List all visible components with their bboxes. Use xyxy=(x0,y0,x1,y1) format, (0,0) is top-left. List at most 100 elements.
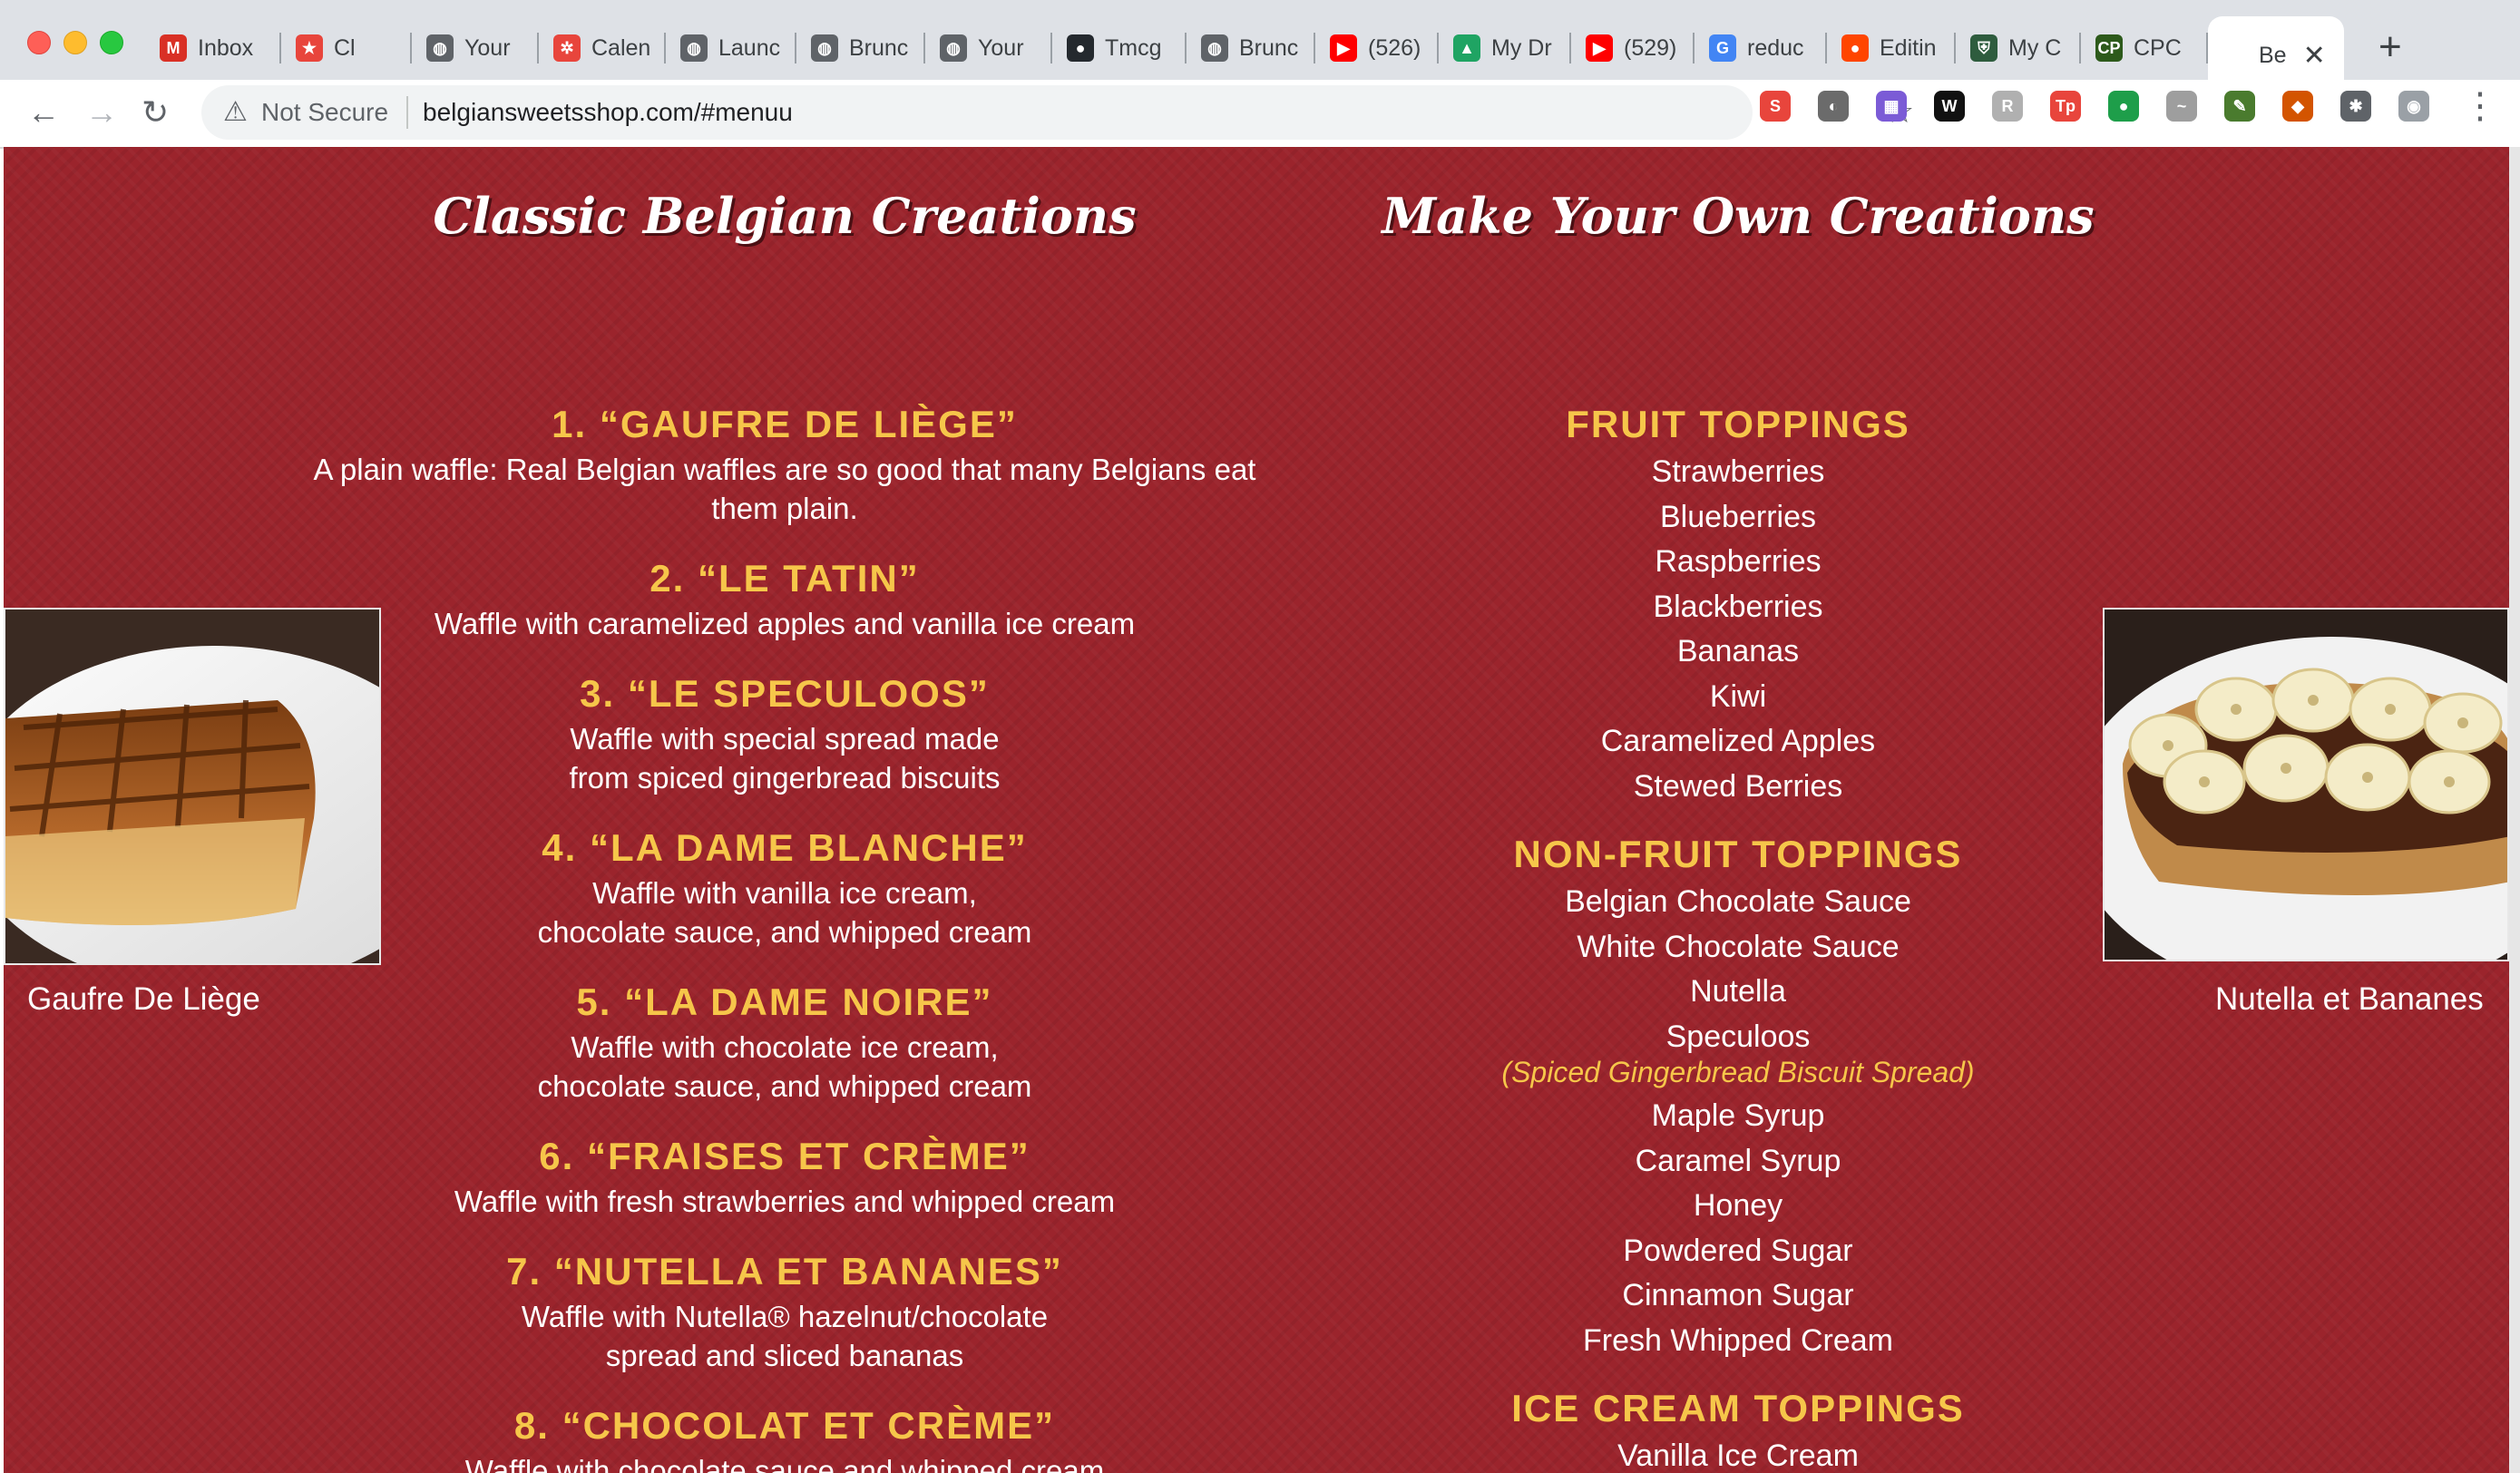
menu-item-description: A plain waffle: Real Belgian waffles are… xyxy=(313,453,1256,486)
tab-title: Launc xyxy=(718,34,781,61)
tab-title: Cl xyxy=(334,34,356,61)
back-button[interactable]: ← xyxy=(27,89,60,136)
menu-item-name: 1. “GAUFRE DE LIÈGE” xyxy=(552,403,1018,445)
extension-icon-7[interactable]: ● xyxy=(2108,91,2139,122)
page-edge xyxy=(2509,147,2520,1473)
globe-icon: ◍ xyxy=(811,34,838,62)
reload-button[interactable]: ↻ xyxy=(142,89,169,136)
browser-tab[interactable]: CP CPC xyxy=(2081,16,2208,80)
github-icon: ● xyxy=(1067,34,1094,62)
forward-button[interactable]: → xyxy=(85,89,118,136)
tab-title: Be xyxy=(2259,42,2287,68)
extensions-bar: S ◐ ▦ W R Tp ● ~ ✎ ◆ ✱ ◉ xyxy=(1760,91,2457,122)
browser-tab[interactable]: ● Editin xyxy=(1827,16,1956,80)
extension-icon-1[interactable]: S xyxy=(1760,91,1791,122)
menu-item-name: 5. “LA DAME NOIRE” xyxy=(576,980,993,1023)
menu-item-description: Waffle with Nutella® hazelnut/chocolate xyxy=(521,1300,1049,1333)
tab-title: CPC xyxy=(2134,34,2182,61)
browser-tab[interactable]: ▲ My Dr xyxy=(1439,16,1571,80)
extension-icon-6[interactable]: Tp xyxy=(2050,91,2081,122)
extension-icon-2[interactable]: ◐ xyxy=(1818,91,1849,122)
calendar-icon: ✲ xyxy=(553,34,581,62)
menu-item-description: chocolate sauce, and whipped cream xyxy=(537,1069,1032,1103)
topping-item: Nutella xyxy=(1690,974,1786,1009)
youtube-icon: ▶ xyxy=(1586,34,1613,62)
topping-item: Kiwi xyxy=(1709,678,1767,714)
classic-creations-heading: Classic Belgian Creations xyxy=(433,187,1137,245)
browser-tab[interactable]: ◍ Brunc xyxy=(796,16,925,80)
browser-tab[interactable]: ▶ (526) xyxy=(1315,16,1439,80)
topping-item: Cinnamon Sugar xyxy=(1622,1278,1854,1312)
url-text[interactable]: belgiansweetsshop.com/#menuu xyxy=(423,98,793,127)
url-separator xyxy=(406,96,408,129)
topping-item: Strawberries xyxy=(1651,454,1825,489)
topping-item: White Chocolate Sauce xyxy=(1577,929,1900,964)
extension-icon-8[interactable]: ~ xyxy=(2166,91,2197,122)
tab-title: My C xyxy=(2008,34,2062,61)
starred-icon: ★ xyxy=(296,34,323,62)
menu-item: 4. “LA DAME BLANCHE” Waffle with vanilla … xyxy=(272,823,1297,951)
browser-tab[interactable]: ✲ Calen xyxy=(539,16,666,80)
browser-tab[interactable]: Greduc xyxy=(1695,16,1827,80)
address-bar[interactable]: ⚠ Not Secure belgiansweetsshop.com/#menu… xyxy=(201,85,1914,140)
browser-tab[interactable]: ⛨ My C xyxy=(1956,16,2081,80)
extensions-puzzle-icon[interactable]: ✱ xyxy=(2340,91,2371,122)
toppings-list: FRUIT TOPPINGS Strawberries Blueberries Ras… xyxy=(1375,399,2101,1473)
topping-section-title: ICE CREAM TOPPINGS xyxy=(1511,1387,1965,1429)
menu-item-description: Waffle with caramelized apples and vanil… xyxy=(434,607,1136,640)
topping-item: Honey xyxy=(1693,1188,1783,1223)
globe-icon: ◍ xyxy=(680,34,708,62)
browser-tab[interactable]: ▶ (529) xyxy=(1571,16,1695,80)
cpc-icon: CP xyxy=(2095,34,2123,62)
browser-tab[interactable]: ◍ Your xyxy=(412,16,539,80)
menu-item-name: 6. “FRAISES ET CRÈME” xyxy=(539,1135,1030,1177)
menu-item-description: Waffle with fresh strawberries and whipp… xyxy=(454,1185,1116,1218)
extension-icon-9[interactable]: ✎ xyxy=(2224,91,2255,122)
window-zoom-button[interactable] xyxy=(100,31,123,54)
profile-icon[interactable]: ◉ xyxy=(2398,91,2429,122)
topping-section: FRUIT TOPPINGS Strawberries Blueberries Ras… xyxy=(1375,399,2101,809)
globe-icon: ◍ xyxy=(1201,34,1228,62)
new-tab-button[interactable]: + xyxy=(2378,24,2402,71)
topping-item: Caramel Syrup xyxy=(1635,1143,1841,1178)
classic-menu-list: 1. “GAUFRE DE LIÈGE” A plain waffle: Real… xyxy=(272,399,1297,1473)
menu-item-description: Waffle with special spread made xyxy=(570,722,1000,756)
reddit-icon: ● xyxy=(1841,34,1869,62)
menu-item-description: from spiced gingerbread biscuits xyxy=(569,761,1001,795)
browser-tab[interactable]: ◍ Launc xyxy=(666,16,796,80)
topping-item: Belgian Chocolate Sauce xyxy=(1565,884,1911,919)
menu-item: 5. “LA DAME NOIRE” Waffle with chocolate … xyxy=(272,977,1297,1106)
menu-item-description: Waffle with vanilla ice cream, xyxy=(592,876,977,910)
extension-icon-5[interactable]: R xyxy=(1992,91,2023,122)
tab-title: (529) xyxy=(1624,34,1677,61)
topping-item-note: (Spiced Gingerbread Biscuit Spread) xyxy=(1501,1056,1975,1088)
google-drive-icon: ▲ xyxy=(1453,34,1480,62)
tab-title: reduc xyxy=(1747,34,1804,61)
browser-tab[interactable]: ● Tmcg xyxy=(1052,16,1187,80)
not-secure-label[interactable]: Not Secure xyxy=(261,98,388,127)
browser-tab[interactable]: M Inbox xyxy=(145,16,281,80)
globe-icon: ◍ xyxy=(940,34,967,62)
topping-item: Maple Syrup xyxy=(1651,1098,1825,1133)
window-minimize-button[interactable] xyxy=(63,31,87,54)
tab-title: My Dr xyxy=(1491,34,1552,61)
extension-icon-3[interactable]: ▦ xyxy=(1876,91,1907,122)
gaufre-de-liege-photo xyxy=(4,608,381,965)
extension-icon-4[interactable]: W xyxy=(1934,91,1965,122)
menu-item-name: 8. “CHOCOLAT ET CRÈME” xyxy=(513,1404,1056,1447)
extension-icon-10[interactable]: ◆ xyxy=(2282,91,2313,122)
window-close-button[interactable] xyxy=(27,31,51,54)
close-tab-icon[interactable]: ✕ xyxy=(2303,40,2326,72)
tab-title: Your xyxy=(978,34,1024,61)
browser-tab[interactable]: ★ Cl xyxy=(281,16,412,80)
tab-title: (526) xyxy=(1368,34,1421,61)
google-icon: G xyxy=(1709,34,1736,62)
browser-menu-icon[interactable]: ⋮ xyxy=(2462,85,2498,127)
warning-triangle-icon[interactable]: ⚠ xyxy=(223,96,248,128)
browser-tab[interactable]: ◍ Your xyxy=(925,16,1052,80)
menu-item: 8. “CHOCOLAT ET CRÈME” Waffle with chocol… xyxy=(272,1400,1297,1473)
tab-title: Calen xyxy=(591,34,651,61)
topping-item: Fresh Whipped Cream xyxy=(1582,1322,1893,1358)
browser-tab[interactable]: ◍ Brunc xyxy=(1187,16,1315,80)
menu-item: 7. “NUTELLA ET BANANES” Waffle with Nutel… xyxy=(272,1246,1297,1375)
